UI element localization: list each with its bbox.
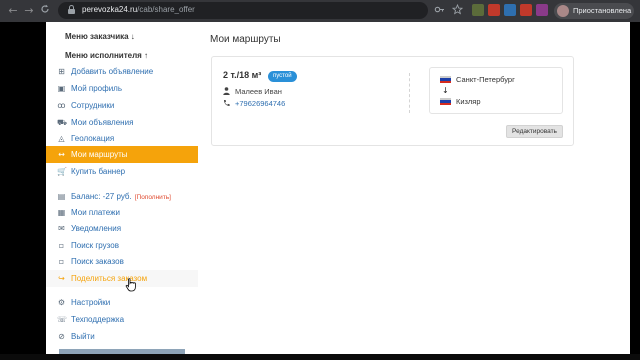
profile-status: Приостановлена: [573, 6, 632, 15]
sidebar-item-label: Добавить объявление: [71, 67, 154, 76]
profile-button[interactable]: Приостановлена: [554, 3, 634, 19]
page: Меню заказчика ↓ Меню исполнителя ↑ ⊞ До…: [46, 22, 630, 354]
sidebar-item-label: Сотрудники: [71, 101, 115, 110]
taskbar-edge: [0, 354, 640, 360]
user-icon: [223, 87, 230, 95]
url-host: perevozka24.ru: [82, 5, 138, 14]
payments-icon: ▦: [57, 208, 66, 217]
id-card-icon: ▣: [57, 84, 66, 93]
hand-cursor-icon: [125, 278, 136, 292]
route-card: 2 т./18 м³ пустой Малеев Иван +796269647…: [211, 56, 574, 146]
sidebar-item-my-routes[interactable]: ↔ Мои маршруты: [46, 146, 198, 163]
customer-menu-toggle[interactable]: Меню заказчика ↓: [65, 32, 135, 41]
sidebar-item-label: Настройки: [71, 298, 111, 307]
status-badge: пустой: [268, 71, 297, 82]
sidebar-item-label: Купить баннер: [71, 167, 126, 176]
executor-menu-toggle[interactable]: Меню исполнителя ↑: [65, 51, 148, 60]
cart-icon: 🛒: [57, 167, 67, 176]
avatar: [557, 5, 569, 17]
url-path: /cab/share_offer: [137, 5, 195, 14]
person-name: Малеев Иван: [235, 87, 282, 96]
sidebar-item-balance: ▤ Баланс: -27 руб. [Пополнить]: [46, 188, 198, 205]
sidebar-item-search-orders[interactable]: ▫ Поиск заказов: [46, 253, 198, 270]
sidebar-item-support[interactable]: ☏ Техподдержка: [46, 311, 198, 328]
sidebar-item-search-cargo[interactable]: ▫ Поиск грузов: [46, 237, 198, 254]
sidebar-item-label: Поиск заказов: [71, 257, 124, 266]
sidebar-item-label: Техподдержка: [71, 315, 125, 324]
arrows-horizontal-icon: ↔: [58, 150, 65, 159]
search-cargo-icon: ▫: [58, 241, 65, 250]
sidebar-item-label: Мой профиль: [71, 84, 123, 93]
sidebar-item-label: Поиск грузов: [71, 241, 119, 250]
sidebar-item-buy-banner[interactable]: 🛒 Купить баннер: [46, 163, 198, 180]
phone-icon: [223, 99, 230, 107]
sidebar: Меню заказчика ↓ Меню исполнителя ↑ ⊞ До…: [46, 22, 198, 354]
headset-icon: ☏: [57, 315, 68, 324]
route-from: Санкт-Петербург: [456, 75, 515, 84]
sidebar-item-label: Мои объявления: [71, 118, 134, 127]
sidebar-item-geolocation[interactable]: ◬ Геолокация: [46, 130, 198, 147]
sidebar-item-notifications[interactable]: ✉ Уведомления: [46, 220, 198, 237]
sidebar-item-settings[interactable]: ⚙ Настройки: [46, 294, 198, 311]
sidebar-item-label: Мои платежи: [71, 208, 120, 217]
gear-icon: ⚙: [57, 298, 66, 307]
truck-icon: ⛟: [57, 118, 68, 127]
russia-flag-icon: [440, 76, 451, 83]
sidebar-item-label: Баланс: -27 руб. [Пополнить]: [71, 192, 171, 201]
sidebar-item-payments[interactable]: ▦ Мои платежи: [46, 204, 198, 221]
plus-square-icon: ⊞: [58, 67, 65, 76]
reload-icon: [41, 4, 49, 13]
sidebar-item-label: Мои маршруты: [71, 150, 128, 159]
route-box: Санкт-Петербург ↓ Кизляр: [429, 67, 563, 114]
lock-icon: [68, 5, 75, 14]
sidebar-item-profile[interactable]: ▣ Мой профиль: [46, 80, 198, 97]
extension-icon[interactable]: [504, 4, 516, 16]
star-icon[interactable]: [451, 3, 464, 20]
balance-text: Баланс: -27 руб.: [71, 192, 132, 201]
route-to: Кизляр: [456, 97, 481, 106]
browser-toolbar: ← → perevozka24.ru/cab/share_offer Приос…: [0, 0, 640, 22]
topup-link[interactable]: [Пополнить]: [135, 194, 171, 201]
key-icon[interactable]: [434, 4, 445, 20]
sidebar-item-my-listings[interactable]: ⛟ Мои объявления: [46, 114, 198, 131]
page-title: Мои маршруты: [210, 34, 281, 45]
extension-icon[interactable]: [520, 4, 532, 16]
envelope-icon: ✉: [58, 224, 65, 233]
forward-button[interactable]: →: [22, 4, 36, 18]
window-edge: [630, 22, 640, 354]
address-bar[interactable]: perevozka24.ru/cab/share_offer: [58, 2, 428, 19]
url-text: perevozka24.ru/cab/share_offer: [82, 5, 195, 14]
logout-icon: ⊘: [58, 332, 65, 341]
sidebar-item-share-order[interactable]: ↪ Поделиться заказом: [46, 270, 198, 287]
arrow-down-icon: ↓: [442, 86, 449, 95]
sidebar-item-label: Геолокация: [71, 134, 115, 143]
main-content: Мои маршруты 2 т./18 м³ пустой Малеев Ив…: [198, 22, 630, 354]
extension-icon[interactable]: [488, 4, 500, 16]
sidebar-item-label: Выйти: [71, 332, 95, 341]
geolocation-icon: ◬: [58, 134, 65, 143]
divider: [409, 73, 410, 113]
wallet-icon: ▤: [57, 192, 66, 201]
reload-button[interactable]: [38, 4, 52, 18]
capacity: 2 т./18 м³: [223, 70, 262, 80]
share-icon: ↪: [58, 274, 65, 283]
sidebar-item-employees[interactable]: ꝏ Сотрудники: [46, 97, 198, 114]
phone-link[interactable]: +79626964746: [235, 99, 285, 108]
sidebar-item-add-listing[interactable]: ⊞ Добавить объявление: [46, 63, 198, 80]
users-icon: ꝏ: [57, 101, 66, 110]
search-orders-icon: ▫: [58, 257, 65, 266]
sidebar-item-logout[interactable]: ⊘ Выйти: [46, 328, 198, 345]
back-button[interactable]: ←: [6, 4, 20, 18]
extension-icon[interactable]: [536, 4, 548, 16]
sidebar-item-label: Уведомления: [71, 224, 122, 233]
russia-flag-icon: [440, 98, 451, 105]
edit-button[interactable]: Редактировать: [506, 125, 563, 138]
extension-icon[interactable]: [472, 4, 484, 16]
